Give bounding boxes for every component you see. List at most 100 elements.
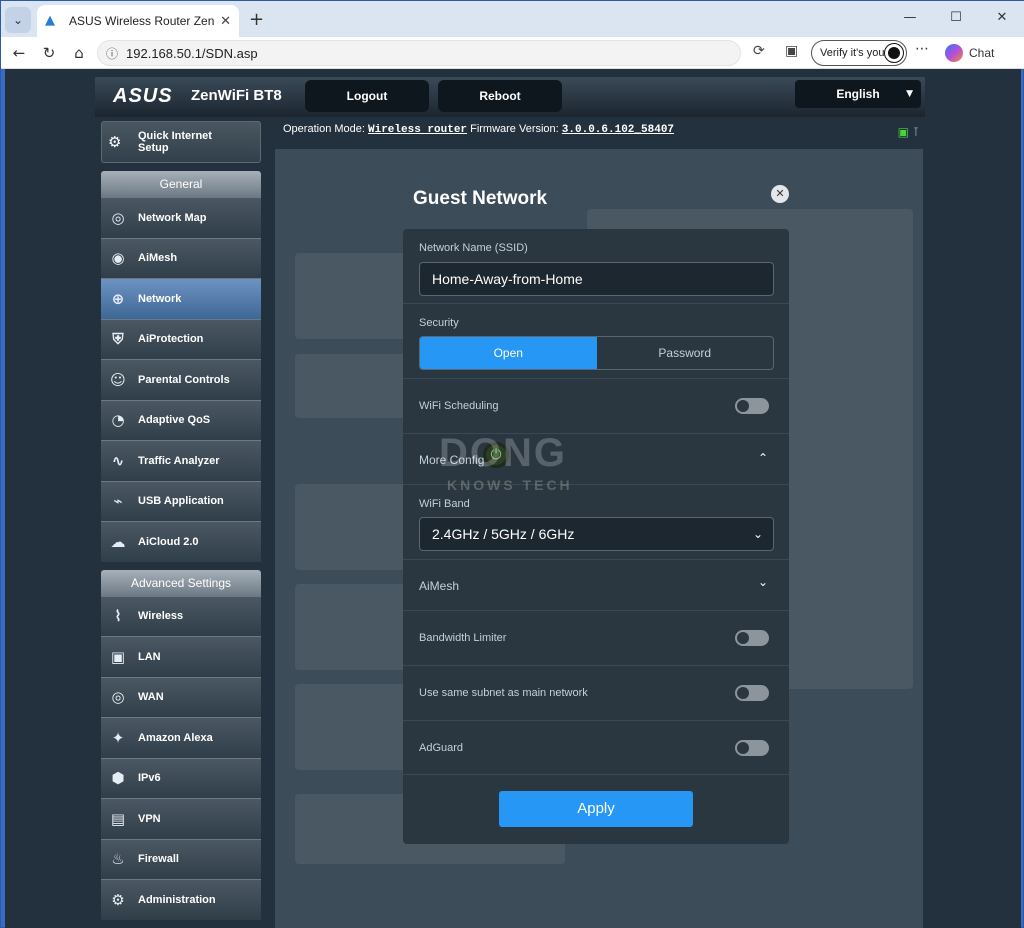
address-bar-row: ← ↻ ⌂ ⓘ 192.168.50.1/SDN.asp ⟳ ▣ Verify … [1,37,1024,69]
tab-title: ASUS Wireless Router ZenWiFi BT8 [69,14,215,28]
router-page: ASUS ZenWiFi BT8 Logout Reboot English ▼… [5,69,1021,928]
active-tab[interactable]: ▲ ASUS Wireless Router ZenWiFi BT8 ✕ [37,5,239,37]
sidebar-item-network-map[interactable]: ◎ Network Map [101,197,261,238]
wizard-icon: ⚙ [108,133,122,151]
wifi-band-select[interactable]: 2.4GHz / 5GHz / 6GHz ⌄ [419,517,774,551]
sidebar-item-aicloud-2-0[interactable]: ☁ AiCloud 2.0 [101,521,261,562]
vpn-icon: ▤ [110,809,126,828]
chart-icon: ∿ [111,451,125,470]
sidebar-item-usb-application[interactable]: ⌁ USB Application [101,480,261,521]
status-icons: ▣ ⊺ [898,120,919,144]
sidebar-item-network[interactable]: ⊕ Network [101,278,261,319]
usb-icon: ⌁ [113,492,123,511]
close-modal-icon[interactable]: ✕ [771,185,789,203]
sidebar-item-wireless[interactable]: ⌇ Wireless [101,595,261,636]
sidebar-item-vpn[interactable]: ▤ VPN [101,798,261,839]
adguard-row: AdGuard [403,721,789,775]
wifi-scheduling-toggle[interactable] [735,398,769,414]
sidebar-item-label: AiProtection [138,333,204,346]
minimize-icon[interactable]: — [887,1,933,35]
site-info-icon[interactable]: ⓘ [106,45,118,62]
chat-button[interactable]: Chat [945,41,994,65]
security-label: Security [419,317,459,329]
maximize-icon[interactable]: ☐ [933,1,979,35]
sidebar-item-label: Adaptive QoS [138,414,211,427]
bandwidth-limiter-label: Bandwidth Limiter [419,632,507,644]
sidebar-item-administration[interactable]: ⚙ Administration [101,879,261,920]
bandwidth-limiter-row: Bandwidth Limiter [403,611,789,666]
same-subnet-toggle[interactable] [735,685,769,701]
chevron-up-icon[interactable]: ⌃ [758,451,768,465]
general-header: General [101,171,261,197]
close-tab-icon[interactable]: ✕ [220,14,231,29]
verify-button[interactable]: Verify it's you [811,40,907,66]
wifi-scheduling-label: WiFi Scheduling [419,400,499,412]
extensions-icon[interactable]: ⟳ [753,43,765,59]
sidebar-item-label: IPv6 [138,772,161,785]
tab-actions-menu-button[interactable]: ⌄ [5,7,31,33]
apply-button[interactable]: Apply [499,791,693,827]
profile-icon [884,43,904,63]
home-icon[interactable]: ⌂ [67,41,91,65]
ssid-input[interactable]: Home-Away-from-Home [419,262,774,296]
url-field[interactable]: ⓘ 192.168.50.1/SDN.asp [97,40,741,66]
network-status-icon[interactable]: ▣ [898,125,909,139]
ssid-label: Network Name (SSID) [419,242,528,254]
close-window-icon[interactable]: ✕ [979,1,1024,35]
chat-label: Chat [969,46,995,60]
chevron-down-icon: ⌄ [752,527,763,541]
refresh-icon[interactable]: ↻ [37,41,61,65]
firmware-link[interactable]: 3.0.0.6.102_58407 [562,124,674,136]
wifi-band-label: WiFi Band [419,498,470,510]
wifi-band-row: WiFi Band 2.4GHz / 5GHz / 6GHz ⌄ [403,485,789,560]
quick-internet-setup[interactable]: ⚙ Quick Internet Setup [101,121,261,163]
sidebar-item-amazon-alexa[interactable]: ✦ Amazon Alexa [101,717,261,758]
sidebar-item-wan[interactable]: ◎ WAN [101,676,261,717]
op-mode-link[interactable]: Wireless router [368,124,467,136]
sidebar: ⚙ Quick Internet Setup General ◎ Network … [101,121,261,920]
firmware-label: Firmware Version: [470,123,559,135]
security-password-option[interactable]: Password [597,337,774,369]
adguard-toggle[interactable] [735,740,769,756]
sidebar-item-parental-controls[interactable]: ☺ Parental Controls [101,359,261,400]
security-open-option[interactable]: Open [420,337,597,369]
sidebar-item-label: VPN [138,812,161,825]
sidebar-item-label: Wireless [138,610,184,623]
mesh-icon: ◉ [111,249,125,268]
sidebar-item-ipv6[interactable]: ⬢ IPv6 [101,757,261,798]
url-text: 192.168.50.1/SDN.asp [126,45,258,61]
verify-label: Verify it's you [820,47,885,59]
sidebar-item-aiprotection[interactable]: ⛨ AiProtection [101,318,261,359]
watermark: DONG [439,431,567,475]
sidebar-item-lan[interactable]: ▣ LAN [101,636,261,677]
cloud-icon: ☁ [110,532,126,551]
aimesh-label: AiMesh [419,579,460,593]
more-icon[interactable]: ⋯ [915,41,929,57]
back-icon[interactable]: ← [7,41,31,65]
same-subnet-row: Use same subnet as main network [403,666,789,721]
watermark-subtitle: KNOWS TECH [447,477,573,493]
sidebar-item-label: Amazon Alexa [138,731,213,744]
window-controls: — ☐ ✕ [887,1,1024,35]
usb-status-icon[interactable]: ⊺ [913,125,919,139]
alexa-icon: ✦ [111,728,125,747]
globe-icon: ◎ [111,208,125,227]
screenshot-icon[interactable]: ▣ [785,43,798,59]
sidebar-item-label: LAN [138,650,161,663]
globe-icon: ◎ [111,688,125,707]
logout-button[interactable]: Logout [305,80,429,112]
reboot-button[interactable]: Reboot [438,80,562,112]
chevron-down-icon[interactable]: ⌄ [758,575,768,589]
new-tab-icon[interactable]: + [249,9,264,30]
sidebar-item-firewall[interactable]: ♨ Firewall [101,838,261,879]
network-icon: ⊕ [111,289,125,308]
sidebar-item-traffic-analyzer[interactable]: ∿ Traffic Analyzer [101,440,261,481]
sidebar-item-aimesh[interactable]: ◉ AiMesh [101,237,261,278]
sidebar-item-adaptive-qos[interactable]: ◔ Adaptive QoS [101,399,261,440]
wifi-band-value: 2.4GHz / 5GHz / 6GHz [432,526,575,542]
lan-icon: ▣ [110,647,126,666]
sidebar-item-label: Parental Controls [138,373,230,386]
language-select[interactable]: English ▼ [795,80,921,108]
aimesh-row[interactable]: AiMesh ⌄ [403,560,789,611]
bandwidth-limiter-toggle[interactable] [735,630,769,646]
